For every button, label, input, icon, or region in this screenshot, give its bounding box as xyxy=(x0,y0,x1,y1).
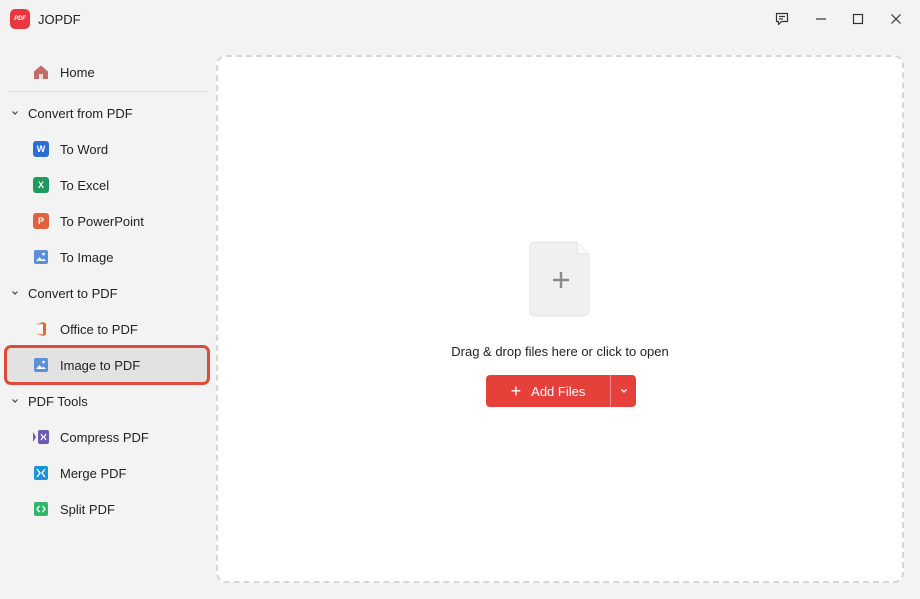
minimize-button[interactable] xyxy=(806,6,836,32)
powerpoint-icon: P xyxy=(32,212,50,230)
image-icon xyxy=(32,356,50,374)
sidebar-item-label: To Word xyxy=(60,141,109,157)
chevron-down-icon xyxy=(12,399,18,403)
app-logo-text: PDF xyxy=(14,16,26,22)
add-files-dropdown-button[interactable] xyxy=(611,375,636,407)
sidebar-item-label: Split PDF xyxy=(60,501,115,517)
home-icon xyxy=(32,63,50,81)
minimize-icon xyxy=(816,18,826,20)
sidebar-item-label: To Excel xyxy=(60,177,110,193)
drop-zone[interactable]: Drag & drop files here or click to open … xyxy=(216,55,904,583)
sidebar-item-label: Image to PDF xyxy=(60,357,141,373)
powerpoint-badge: P xyxy=(33,213,49,229)
plus-icon: + xyxy=(510,381,522,401)
maximize-icon xyxy=(852,13,864,25)
sidebar-item-to-image[interactable]: To Image xyxy=(6,239,208,275)
add-files-button[interactable]: + Add Files xyxy=(486,375,610,407)
close-button[interactable] xyxy=(881,6,911,32)
office-icon xyxy=(32,320,50,338)
sidebar-item-office-to-pdf[interactable]: Office to PDF xyxy=(6,311,208,347)
sidebar-item-compress-pdf[interactable]: Compress PDF xyxy=(6,419,208,455)
app-title: JOPDF xyxy=(38,12,81,27)
divider xyxy=(8,91,208,92)
maximize-button[interactable] xyxy=(843,6,873,32)
title-bar: PDF JOPDF xyxy=(0,0,920,40)
compress-icon xyxy=(32,428,50,446)
merge-icon xyxy=(32,464,50,482)
add-file-icon xyxy=(528,241,590,317)
sidebar-item-home[interactable]: Home xyxy=(6,54,208,90)
section-convert-from-pdf[interactable]: Convert from PDF xyxy=(6,95,208,131)
drop-instructions: Drag & drop files here or click to open xyxy=(451,344,669,359)
add-files-label: Add Files xyxy=(531,383,586,399)
chevron-down-icon xyxy=(12,291,18,295)
sidebar-item-label: To Image xyxy=(60,249,114,265)
sidebar-item-split-pdf[interactable]: Split PDF xyxy=(6,491,208,527)
section-convert-to-pdf[interactable]: Convert to PDF xyxy=(6,275,208,311)
excel-icon: X xyxy=(32,176,50,194)
sidebar: Home Convert from PDF W To Word X To Exc… xyxy=(0,54,216,599)
close-icon xyxy=(891,14,901,24)
split-icon xyxy=(32,500,50,518)
sidebar-item-label: To PowerPoint xyxy=(60,213,144,229)
section-label: Convert from PDF xyxy=(28,105,133,121)
word-badge: W xyxy=(33,141,49,157)
chevron-down-icon xyxy=(12,111,18,115)
add-file-placeholder[interactable] xyxy=(528,241,593,317)
sidebar-item-to-word[interactable]: W To Word xyxy=(6,131,208,167)
sidebar-item-to-excel[interactable]: X To Excel xyxy=(6,167,208,203)
sidebar-item-merge-pdf[interactable]: Merge PDF xyxy=(6,455,208,491)
image-icon xyxy=(32,248,50,266)
sidebar-item-label: Compress PDF xyxy=(60,429,149,445)
section-label: PDF Tools xyxy=(28,393,88,409)
sidebar-item-image-to-pdf[interactable]: Image to PDF xyxy=(4,345,210,385)
section-pdf-tools[interactable]: PDF Tools xyxy=(6,383,208,419)
word-icon: W xyxy=(32,140,50,158)
add-files-split-button: + Add Files xyxy=(486,375,636,407)
chevron-down-icon xyxy=(620,389,627,393)
sidebar-item-label: Merge PDF xyxy=(60,465,127,481)
feedback-icon xyxy=(775,12,789,26)
section-label: Convert to PDF xyxy=(28,285,118,301)
sidebar-item-label: Home xyxy=(60,64,95,80)
sidebar-item-to-powerpoint[interactable]: P To PowerPoint xyxy=(6,203,208,239)
excel-badge: X xyxy=(33,177,49,193)
app-logo: PDF xyxy=(10,9,30,29)
feedback-button[interactable] xyxy=(767,6,797,32)
sidebar-item-label: Office to PDF xyxy=(60,321,138,337)
